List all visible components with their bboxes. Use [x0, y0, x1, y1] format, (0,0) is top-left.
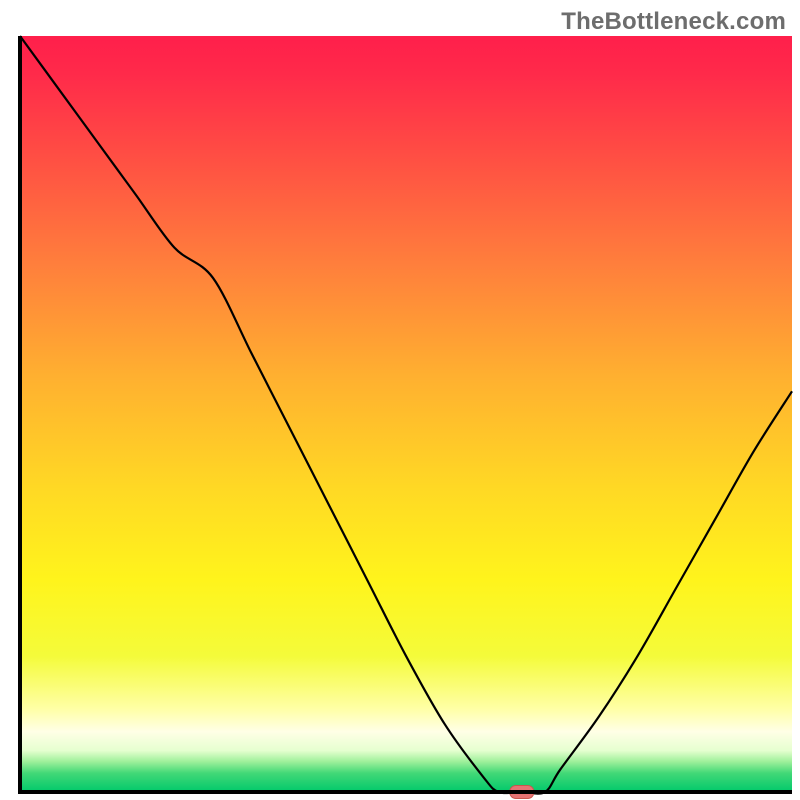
watermark-text: TheBottleneck.com: [561, 8, 786, 36]
plot-background: [20, 36, 792, 792]
chart-container: TheBottleneck.com: [0, 0, 800, 800]
bottleneck-chart: [0, 0, 800, 800]
